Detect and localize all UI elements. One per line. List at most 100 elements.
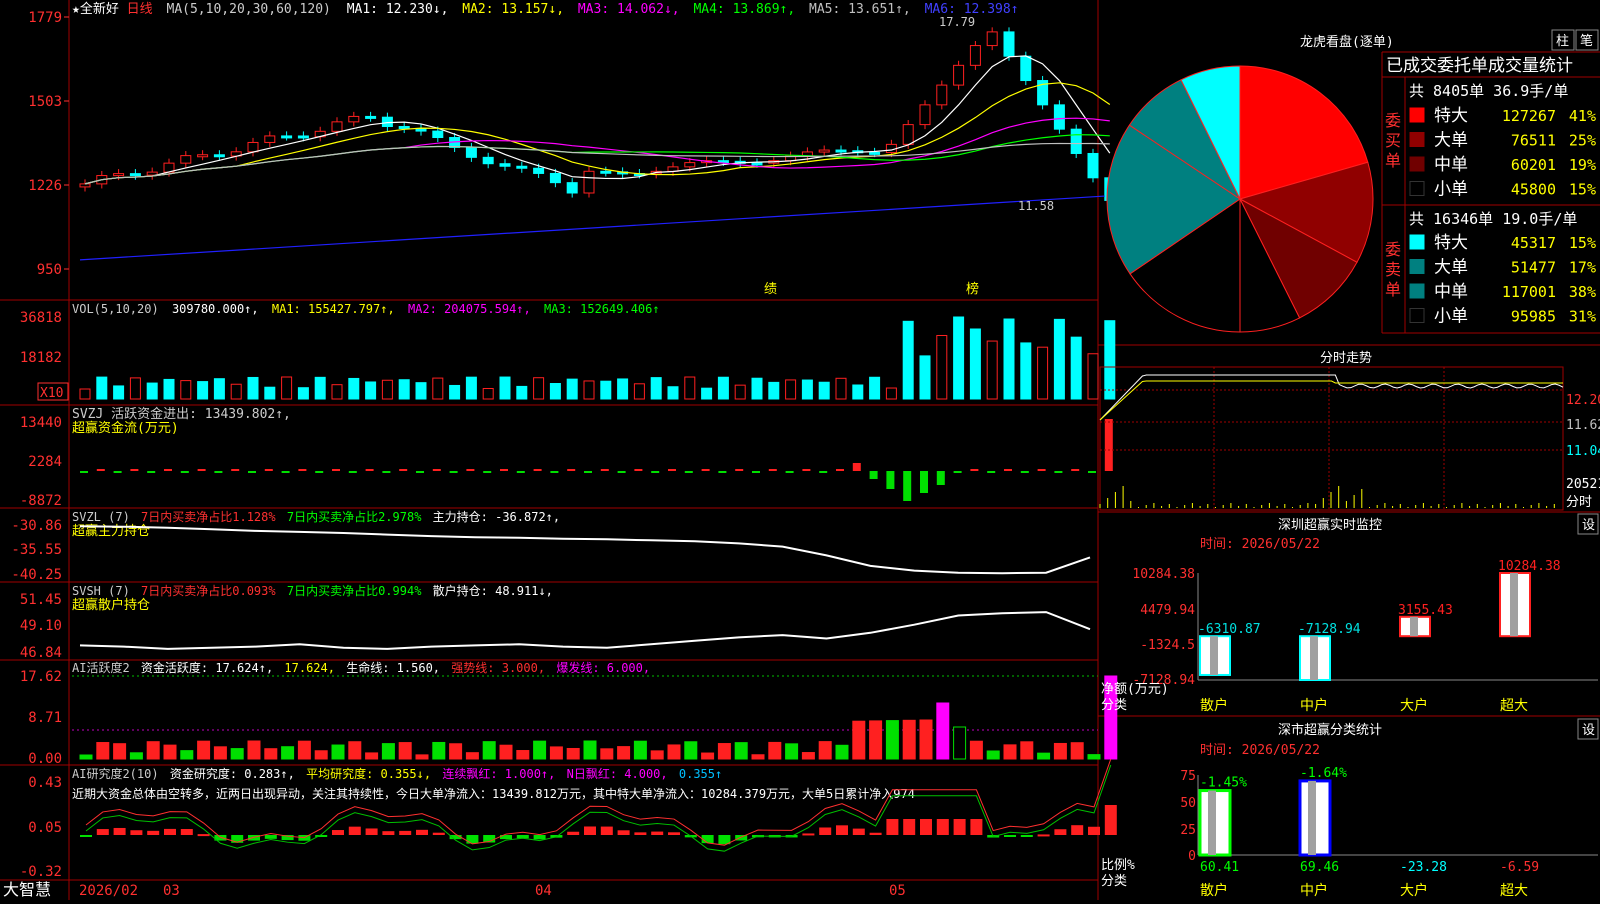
sz-class-tick: 50 xyxy=(1180,796,1196,811)
svzj-bar xyxy=(432,469,441,471)
ma5-value: MA5: 13.651↑, xyxy=(809,2,911,17)
candle-body xyxy=(113,173,125,177)
lhb-row-volume: 45317 xyxy=(1511,234,1556,252)
candle-body xyxy=(835,149,847,153)
ai-bar xyxy=(213,746,227,760)
svzj-bars xyxy=(80,419,1113,501)
vol-bar xyxy=(230,383,242,400)
ai-bar xyxy=(1003,744,1017,760)
candle-body xyxy=(549,172,561,184)
research-bar xyxy=(634,832,647,835)
sz-monitor-bar-shade xyxy=(1210,636,1218,675)
sz-monitor-bar-shade xyxy=(1510,573,1518,637)
research-bar xyxy=(348,826,361,835)
lhb-side-char: 委 xyxy=(1385,111,1401,130)
candle-body xyxy=(583,170,595,194)
lhb-side-char: 买 xyxy=(1385,131,1401,150)
ai-bar xyxy=(482,741,496,760)
vol-bar xyxy=(701,387,713,400)
svzj-bar xyxy=(802,469,811,471)
ai-bar xyxy=(633,740,647,760)
svzl-tick: -35.55 xyxy=(11,542,62,558)
ai-bar xyxy=(230,748,244,760)
ai-bar xyxy=(650,750,664,760)
vol-bars xyxy=(79,316,1116,400)
lhb-buy-label: 委买单 xyxy=(1385,111,1401,170)
research-bar xyxy=(1054,829,1067,835)
lhb-title: 龙虎看盘(逐单) xyxy=(1300,34,1394,50)
intraday-tick: 12.20 xyxy=(1566,393,1600,408)
svzj-bar xyxy=(147,471,156,473)
research-tick: -0.32 xyxy=(20,864,62,880)
ai-bar xyxy=(600,748,614,760)
sz-class-time: 时间: 2026/05/22 xyxy=(1200,743,1320,758)
lhb-row-volume: 95985 xyxy=(1511,308,1556,326)
x-tick: 03 xyxy=(163,883,180,899)
lhb-side-char: 单 xyxy=(1385,151,1401,170)
sz-monitor-category: 中户 xyxy=(1300,697,1328,714)
ma-params: MA(5,10,20,30,60,120) xyxy=(167,2,331,17)
sz-class-bottom-label: -6.59 xyxy=(1500,860,1539,875)
lhb-color-swatch xyxy=(1409,283,1425,299)
vol-bar xyxy=(818,381,830,400)
svsh-tick: 49.10 xyxy=(20,618,62,634)
sz-monitor-value: 10284.38 xyxy=(1498,559,1561,574)
vol-bar xyxy=(465,376,477,400)
vol-bar xyxy=(902,320,914,400)
svzj-bar xyxy=(953,471,962,473)
lhb-row-name: 小单 xyxy=(1434,180,1468,200)
research-comment: 近期大资金总体由空转多，近两日出现异动，关注其持续性，今日大单净流入：13439… xyxy=(72,786,915,801)
vol-bar xyxy=(247,376,259,400)
ai-tick: 17.62 xyxy=(20,669,62,685)
ai-bar xyxy=(969,740,983,760)
research-bar xyxy=(584,826,596,835)
ma1-value: MA1: 12.230↓, xyxy=(347,2,449,17)
vol-bar xyxy=(516,385,528,400)
svzj-bar xyxy=(348,471,357,473)
lhb-row-name: 中单 xyxy=(1434,155,1468,175)
svzj-bar xyxy=(701,469,710,471)
lhb-color-swatch xyxy=(1409,132,1425,147)
ai-bar xyxy=(197,740,211,760)
candle-body xyxy=(919,104,931,126)
intraday-vol-tick: 20521 xyxy=(1566,477,1600,492)
svzl-y-axis: -30.86 -35.55 -40.25 xyxy=(11,518,62,583)
ai-bar xyxy=(432,741,446,760)
research-bar xyxy=(96,829,109,835)
vol-bar xyxy=(953,316,965,400)
candle-body xyxy=(213,154,225,158)
research-bar xyxy=(164,828,176,835)
candle-body xyxy=(1020,55,1032,82)
svzl-header: SVZL (7) 7日内买卖净占比1.128% 7日内买卖净占比2.978% 主… xyxy=(72,509,560,524)
sz-monitor-time: 时间: 2026/05/22 xyxy=(1200,537,1320,552)
vol-bar xyxy=(617,378,629,400)
ai-bar xyxy=(936,702,950,760)
ai-bar xyxy=(129,752,143,760)
lhb-row-name: 小单 xyxy=(1434,307,1468,327)
candle-body xyxy=(482,156,494,165)
intraday-y-axis: 12.20 11.62 11.04 20521 分时 xyxy=(1566,393,1600,510)
vol-bar xyxy=(1037,346,1049,400)
lhb-row-percent: 17% xyxy=(1569,259,1596,277)
svzj-bar xyxy=(600,469,609,471)
sz-class-tick: 0 xyxy=(1188,849,1196,864)
svzj-title: SVZJ 活跃资金进出: 13439.802↑, xyxy=(72,406,291,422)
ai-bar xyxy=(499,744,513,760)
ai-bar xyxy=(701,752,715,760)
research-bar xyxy=(953,819,966,835)
vol-bar xyxy=(197,381,209,400)
vol-bar xyxy=(113,385,125,400)
ai-y-axis: 17.62 8.71 0.00 xyxy=(20,669,62,767)
svzj-bar xyxy=(500,469,508,471)
vol-bar xyxy=(163,378,175,400)
ai-bar xyxy=(533,740,547,760)
vol-bar xyxy=(869,376,881,400)
period-label: 日线 xyxy=(127,2,153,17)
ai-bar xyxy=(986,750,1000,760)
svzj-bar xyxy=(533,469,542,471)
svzj-bar xyxy=(315,471,324,473)
intraday-price-line xyxy=(1099,374,1564,421)
research-tick: 0.05 xyxy=(28,820,62,836)
lhb-row-percent: 19% xyxy=(1569,156,1596,174)
sz-monitor-tick: 4479.94 xyxy=(1140,603,1195,618)
